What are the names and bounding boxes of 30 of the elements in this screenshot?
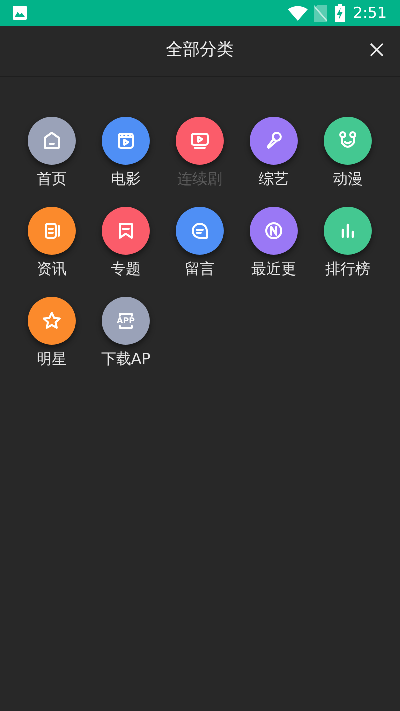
category-button[interactable]: [324, 207, 372, 255]
category-button[interactable]: [28, 207, 76, 255]
no-sim-icon: [314, 4, 328, 22]
image-icon: [13, 6, 27, 20]
category-label: 电影: [111, 169, 141, 189]
category-button[interactable]: [102, 117, 150, 165]
category-label: 下载AP: [101, 349, 151, 369]
category-button[interactable]: APP: [102, 297, 150, 345]
category-label: 最近更: [252, 259, 296, 279]
category-label: 综艺: [259, 169, 289, 189]
category-label: 排行榜: [326, 259, 370, 279]
category-button[interactable]: [176, 117, 224, 165]
category-button[interactable]: [250, 207, 298, 255]
battery-charging-icon: [335, 4, 346, 22]
category-button[interactable]: [28, 117, 76, 165]
category-label: 专题: [111, 259, 141, 279]
page-title: 全部分类: [166, 39, 234, 62]
category-label: 留言: [185, 259, 215, 279]
category-label: 资讯: [37, 259, 67, 279]
category-button[interactable]: [324, 117, 372, 165]
category-button[interactable]: [102, 207, 150, 255]
category-button[interactable]: [28, 297, 76, 345]
category-label: 明星: [37, 349, 67, 369]
category-label: 首页: [37, 169, 67, 189]
wifi-icon: [288, 6, 308, 20]
category-button[interactable]: [250, 117, 298, 165]
category-button[interactable]: [176, 207, 224, 255]
status-time: 2:51: [353, 2, 387, 24]
category-label: 动漫: [333, 169, 363, 189]
close-button[interactable]: [368, 41, 386, 59]
